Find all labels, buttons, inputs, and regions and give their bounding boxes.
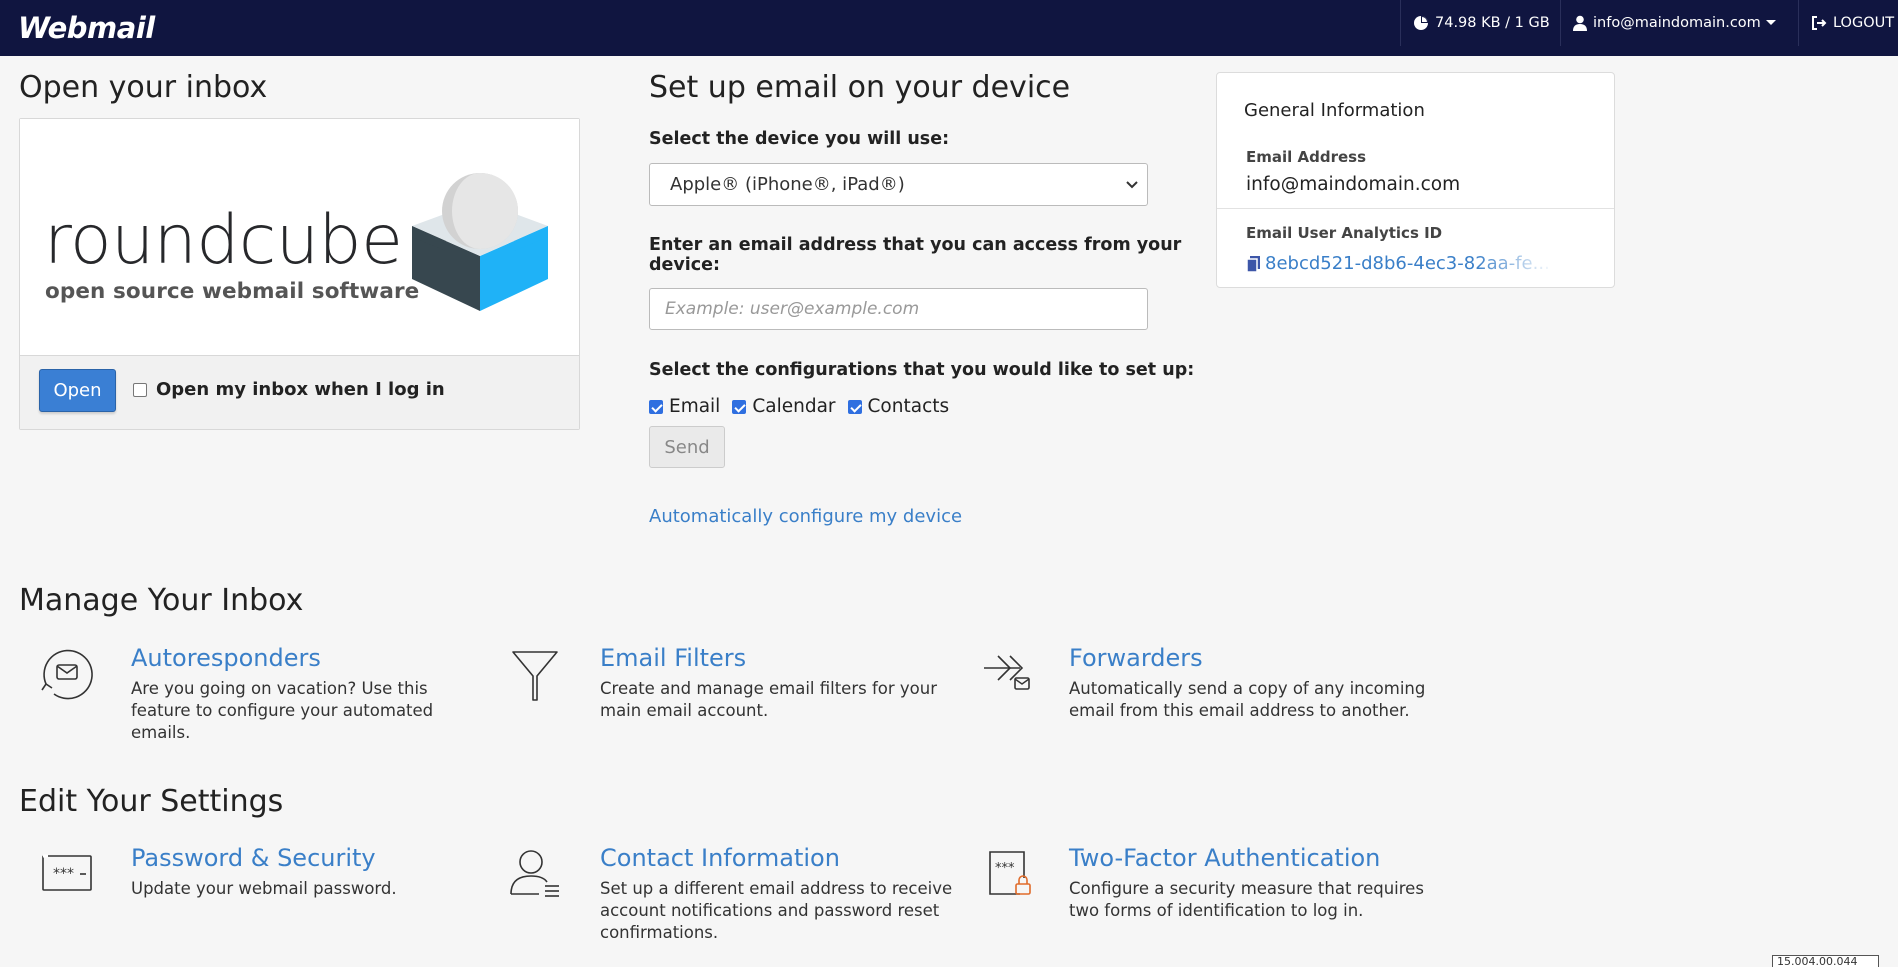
version-tag: 15.004.00.044 [1772,955,1879,967]
device-label: Select the device you will use: [649,129,950,149]
send-button[interactable]: Send [649,426,725,468]
filter-icon [512,651,558,701]
autoresponders-title[interactable]: Autoresponders [131,644,321,672]
email-address-value: info@maindomain.com [1246,174,1461,195]
svg-text:***: *** [53,866,74,882]
two-factor-title[interactable]: Two-Factor Authentication [1069,844,1380,872]
analytics-id-label: Email User Analytics ID [1246,224,1443,242]
config-options: Email Calendar Contacts [649,396,961,417]
chevron-down-icon [1126,181,1138,189]
email-filters-title[interactable]: Email Filters [600,644,746,672]
general-info-title: General Information [1244,100,1425,121]
logout-label[interactable]: LOGOUT [1833,15,1894,31]
config-email-label: Email [669,396,721,417]
disk-usage: 74.98 KB / 1 GB [1400,0,1550,46]
roundcube-wordmark: roundcube [44,201,403,280]
forwarders-title[interactable]: Forwarders [1069,644,1203,672]
email-access-label-line1: Enter an email address that you can acce… [649,235,1182,255]
config-contacts-label: Contacts [867,396,950,417]
copy-icon[interactable] [1246,255,1261,273]
password-security-desc: Update your webmail password. [131,879,397,898]
config-contacts-checkbox[interactable] [847,399,862,414]
caret-down-icon [1766,20,1776,25]
analytics-id-value-faded: 2aa-fe... [1475,253,1550,274]
logout-icon [1812,16,1827,30]
top-bar: Webmail 74.98 KB / 1 GB info@maindomain.… [0,0,1898,56]
autoresponder-icon [41,649,93,700]
device-selected-value: Apple® (iPhone®, iPad®) [670,174,905,195]
email-access-label-line2: device: [649,255,721,275]
open-inbox-button[interactable]: Open [39,369,116,412]
contact-info-title[interactable]: Contact Information [600,844,840,872]
roundcube-box-icon [412,173,548,311]
disk-usage-text: 74.98 KB / 1 GB [1435,15,1550,31]
setup-heading: Set up email on your device [649,70,1071,105]
contact-info-desc: Set up a different email address to rece… [600,879,953,942]
config-contacts-option[interactable]: Contacts [847,396,950,417]
contact-icon [510,850,559,897]
two-factor-desc: Configure a security measure that requir… [1069,879,1424,920]
settings-heading: Edit Your Settings [19,784,284,819]
user-menu-caret[interactable] [1765,0,1783,46]
roundcube-tagline: open source webmail software [45,279,420,304]
auto-open-label: Open my inbox when I log in [156,379,445,400]
general-info-card: General Information Email Address info@m… [1216,72,1615,288]
logout-link[interactable]: LOGOUT [1798,0,1894,46]
webmail-logo[interactable]: Webmail [18,6,155,50]
pie-chart-icon [1414,16,1428,30]
auto-open-checkbox[interactable] [133,382,147,397]
password-security-title[interactable]: Password & Security [131,844,376,872]
email-access-label: Enter an email address that you can acce… [649,235,1181,275]
analytics-id[interactable]: 8ebcd521-d8b6-4ec3-8 2aa-fe... [1246,253,1550,274]
device-select[interactable]: Apple® (iPhone®, iPad®) [649,163,1148,206]
config-email-checkbox[interactable] [649,399,663,414]
email-address-label: Email Address [1246,148,1367,166]
password-icon: *** [42,854,92,891]
forwarder-icon [984,655,1030,690]
config-email-option[interactable]: Email [649,396,720,417]
roundcube-logo: roundcube open source webmail software [20,119,579,355]
config-label: Select the configurations that you would… [649,360,1195,380]
user-email[interactable]: info@maindomain.com [1593,15,1761,31]
email-address-input[interactable] [649,288,1148,330]
manage-heading: Manage Your Inbox [19,583,304,618]
open-inbox-heading: Open your inbox [19,70,268,105]
config-calendar-checkbox[interactable] [732,399,747,414]
info-divider [1217,208,1614,209]
svg-text:***: *** [995,861,1015,876]
forwarders-desc: Automatically send a copy of any incomin… [1069,679,1426,720]
auto-open-option[interactable]: Open my inbox when I log in [133,379,445,400]
inbox-card: roundcube open source webmail software O… [19,118,580,430]
auto-configure-link[interactable]: Automatically configure my device [649,506,962,527]
config-calendar-option[interactable]: Calendar [732,396,836,417]
two-factor-icon: *** [989,851,1031,895]
autoresponders-desc: Are you going on vacation? Use this feat… [131,679,434,742]
analytics-id-value[interactable]: 8ebcd521-d8b6-4ec3-8 [1265,253,1475,274]
email-filters-desc: Create and manage email filters for your… [600,679,937,720]
user-icon [1573,15,1587,31]
user-menu[interactable]: info@maindomain.com [1560,0,1761,46]
config-calendar-label: Calendar [752,396,836,417]
inbox-card-footer: Open Open my inbox when I log in [20,355,579,429]
